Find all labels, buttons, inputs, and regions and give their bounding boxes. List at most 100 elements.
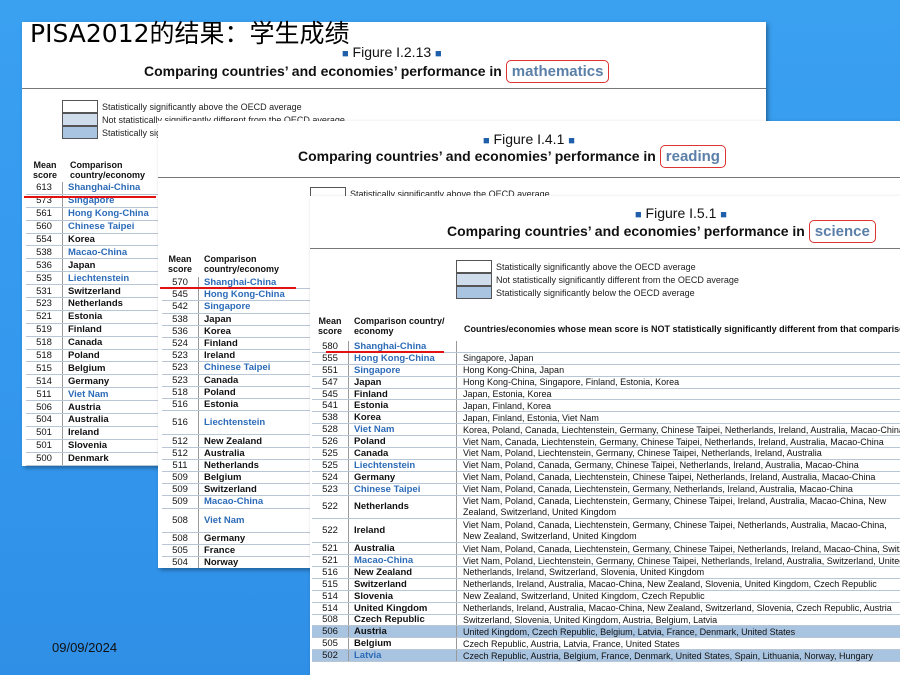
table-row: 523 Canada xyxy=(162,374,310,387)
table-row: 525 Liechtenstein Viet Nam, Poland, Canada… xyxy=(312,460,900,472)
divider xyxy=(310,248,900,249)
row-country: Belgium xyxy=(62,362,156,375)
row-country: Germany xyxy=(62,375,156,388)
row-country: Canada xyxy=(348,448,456,459)
table-row: 505 Belgium Czech Republic, Austria, Latvi… xyxy=(312,638,900,651)
math-table: 613 Shanghai-China 573 Singapore 561 Hong Kon… xyxy=(26,182,160,466)
row-score: 538 xyxy=(172,313,188,325)
legend-swatch xyxy=(456,260,492,273)
legend-swatch xyxy=(62,126,98,139)
row-country: Ireland xyxy=(198,350,306,362)
table-row: 502 Latvia Czech Republic, Austria, Belgiu… xyxy=(312,650,900,663)
table-row: 560 Chinese Taipei xyxy=(26,220,160,234)
row-country: Korea xyxy=(62,233,156,246)
row-score: 560 xyxy=(36,221,52,233)
row-country: Australia xyxy=(348,543,456,555)
row-comparison: Japan, Estonia, Korea xyxy=(456,388,900,400)
row-country: Australia xyxy=(198,447,306,459)
row-score: 512 xyxy=(172,447,188,459)
reading-col-country: Comparison country/economy xyxy=(204,254,280,274)
row-country: Japan xyxy=(198,313,306,325)
legend-row: Not statistically significantly differen… xyxy=(456,273,739,286)
row-score: 525 xyxy=(322,447,338,459)
table-row: 554 Korea xyxy=(26,233,160,247)
table-row: 504 Norway xyxy=(162,557,310,568)
row-country: Hong Kong-China xyxy=(62,207,156,220)
row-comparison: Viet Nam, Canada, Liechtenstein, Germany… xyxy=(456,436,900,448)
row-score: 554 xyxy=(36,234,52,245)
row-score: 545 xyxy=(172,289,188,301)
table-row: 545 Hong Kong-China xyxy=(162,289,310,302)
row-country: Estonia xyxy=(62,310,156,323)
row-country: Poland xyxy=(348,436,456,448)
row-country: Singapore xyxy=(348,364,456,376)
row-country: Liechtenstein xyxy=(62,272,156,285)
table-row: 509 Switzerland xyxy=(162,484,310,497)
row-country: New Zealand xyxy=(348,566,456,578)
row-country: Switzerland xyxy=(198,484,306,496)
row-country: Chinese Taipei xyxy=(348,483,456,495)
row-comparison: Singapore, Japan xyxy=(456,352,900,364)
row-country: Macao-China xyxy=(198,496,306,508)
row-score: 522 xyxy=(322,501,338,513)
reading-underline-shanghai xyxy=(160,287,296,289)
science-legend: Statistically significantly above the OE… xyxy=(456,260,739,299)
row-comparison: Viet Nam, Poland, Canada, Liechtenstein,… xyxy=(456,471,900,483)
table-row: 536 Japan xyxy=(26,259,160,273)
row-score: 521 xyxy=(36,311,52,323)
math-figure-title: Comparing countries’ and economies’ perf… xyxy=(144,60,610,83)
table-row: 511 Viet Nam xyxy=(26,388,160,402)
table-row: 538 Macao-China xyxy=(26,246,160,260)
row-score: 523 xyxy=(172,374,188,386)
science-col-score: Mean score xyxy=(317,316,343,336)
row-country: France xyxy=(198,545,306,557)
table-row: 523 Chinese Taipei xyxy=(162,362,310,375)
row-score: 613 xyxy=(36,182,52,194)
table-row: 561 Hong Kong-China xyxy=(26,207,160,221)
row-country: Germany xyxy=(348,471,456,483)
table-row: 516 Liechtenstein xyxy=(162,411,310,436)
math-underline-shanghai xyxy=(24,196,156,198)
row-comparison: Viet Nam, Poland, Liechtenstein, Germany… xyxy=(456,448,900,459)
legend-row: Statistically significantly above the OE… xyxy=(62,100,345,113)
row-score: 500 xyxy=(36,453,52,465)
row-comparison: Viet Nam, Poland, Canada, Liechtenstein,… xyxy=(456,519,900,543)
row-country: Slovenia xyxy=(348,590,456,602)
row-score: 508 xyxy=(172,533,188,545)
row-score: 524 xyxy=(172,338,188,350)
row-score: 536 xyxy=(36,259,52,271)
table-row: 531 Switzerland xyxy=(26,285,160,299)
row-country: Korea xyxy=(198,325,306,337)
row-score: 512 xyxy=(172,435,188,447)
table-row: 521 Australia Viet Nam, Poland, Canada, Li… xyxy=(312,543,900,556)
table-row: 506 Austria United Kingdom, Czech Republic… xyxy=(312,626,900,639)
table-row: 538 Japan xyxy=(162,313,310,326)
row-score: 518 xyxy=(172,386,188,398)
row-score: 511 xyxy=(36,388,52,400)
row-country: United Kingdom xyxy=(348,602,456,614)
row-score: 524 xyxy=(322,471,338,483)
science-underline-shanghai xyxy=(326,351,444,353)
table-row: 518 Canada xyxy=(26,336,160,350)
row-country: Shanghai-China xyxy=(62,182,156,194)
row-country: Germany xyxy=(198,532,306,545)
table-row: 541 Estonia Japan, Finland, Korea xyxy=(312,400,900,413)
row-score: 521 xyxy=(322,543,338,555)
table-row: 500 Denmark xyxy=(26,452,160,466)
row-country: Chinese Taipei xyxy=(198,362,306,374)
row-country: Czech Republic xyxy=(348,614,456,626)
science-col-country: Comparison country/ economy xyxy=(354,316,445,336)
legend-row: Statistically significantly above the OE… xyxy=(456,260,739,273)
row-score: 519 xyxy=(36,324,52,336)
table-row: 536 Korea xyxy=(162,325,310,338)
row-country: Korea xyxy=(348,412,456,424)
row-score: 523 xyxy=(172,362,188,374)
row-country: Chinese Taipei xyxy=(62,220,156,233)
table-row: 514 United Kingdom Netherlands, Ireland, A… xyxy=(312,603,900,615)
row-comparison: Viet Nam, Poland, Canada, Germany, Chine… xyxy=(456,459,900,471)
row-score: 514 xyxy=(322,602,338,614)
row-score: 502 xyxy=(322,650,338,662)
table-row: 535 Liechtenstein xyxy=(26,272,160,286)
math-col-score: Mean score xyxy=(32,160,58,180)
row-score: 541 xyxy=(322,400,338,412)
